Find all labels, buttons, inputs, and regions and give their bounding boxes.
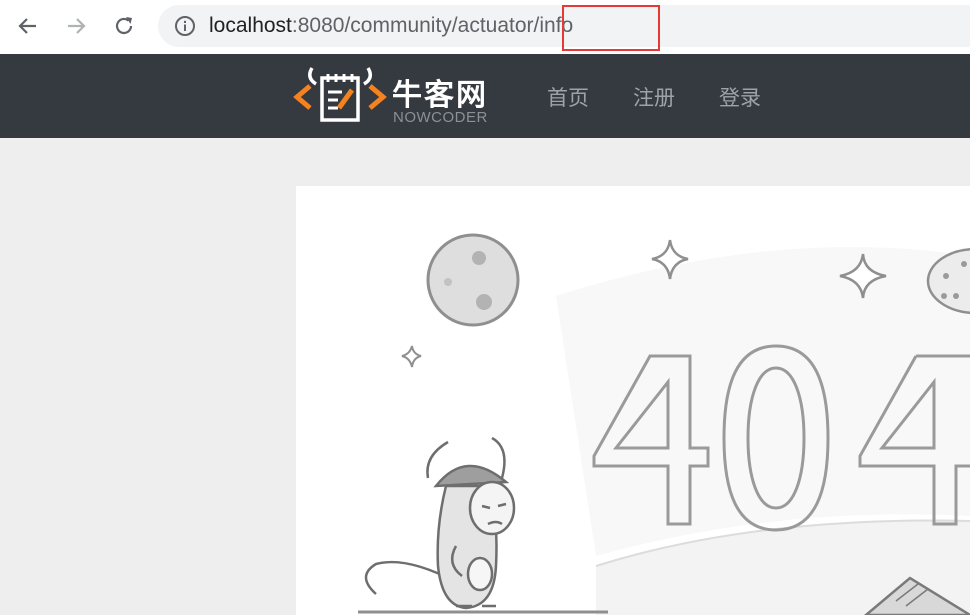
error-404-illustration: [358, 233, 970, 615]
browser-toolbar: localhost:8080/community/actuator/info: [0, 0, 970, 54]
logo-subtext: NOWCODER: [393, 109, 488, 126]
nav-link-home[interactable]: 首页: [547, 82, 589, 112]
nav-link-login[interactable]: 登录: [719, 82, 761, 112]
moon-icon: [426, 233, 520, 327]
reload-icon: [115, 17, 133, 35]
site-header: 牛客网 NOWCODER 首页 注册 登录: [0, 54, 970, 138]
logo-text: 牛客网: [392, 78, 488, 113]
back-button[interactable]: [12, 10, 44, 42]
arrow-left-icon: [18, 18, 36, 34]
sparkle-icon: [401, 345, 422, 368]
forward-button[interactable]: [60, 10, 92, 42]
monkey-mascot-icon: [364, 436, 516, 610]
highlight-annotation-box: [562, 5, 660, 51]
arrow-right-icon: [68, 18, 86, 34]
reload-button[interactable]: [108, 10, 140, 42]
site-logo[interactable]: 牛客网 NOWCODER: [292, 66, 502, 128]
nav-link-register[interactable]: 注册: [633, 82, 675, 112]
url-text[interactable]: localhost:8080/community/actuator/info: [209, 13, 573, 39]
url-path: :8080/community/actuator/info: [291, 14, 574, 37]
url-host: localhost: [209, 14, 292, 37]
info-icon[interactable]: [174, 15, 196, 37]
error-content-card: [296, 186, 970, 615]
nowcoder-logo-icon: [293, 67, 387, 122]
